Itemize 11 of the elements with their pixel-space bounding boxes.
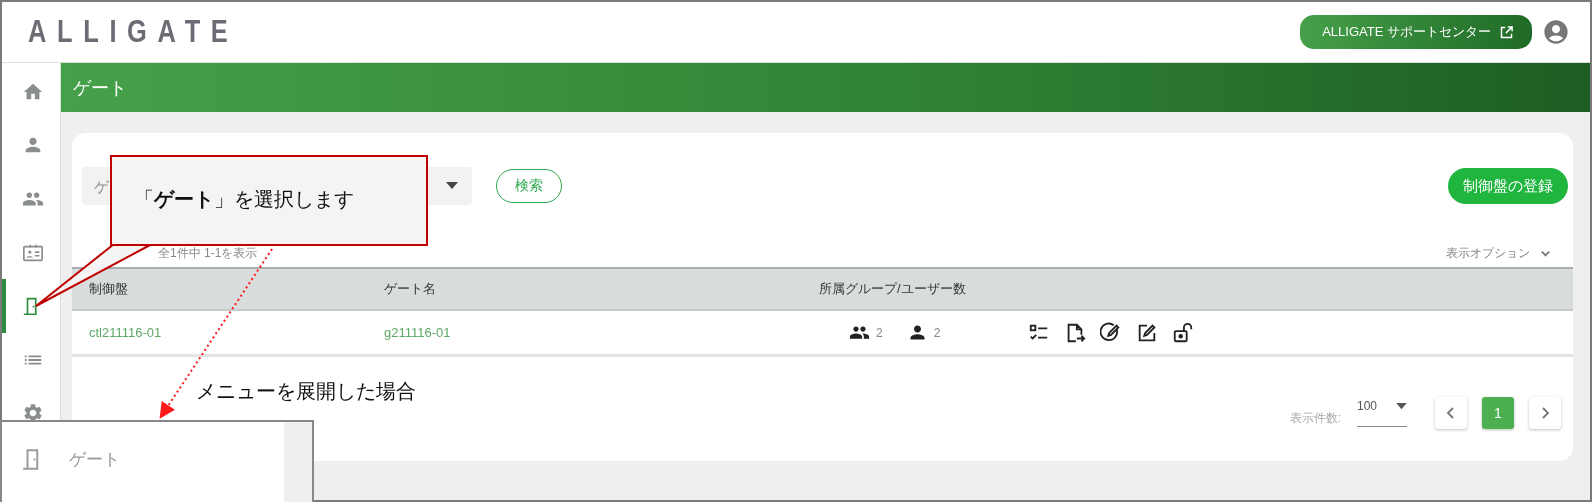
logo: ALLIGATE: [28, 14, 239, 50]
callout-text: 「ゲート」を選択します: [134, 188, 354, 210]
column-header: ゲート名: [384, 280, 437, 298]
per-page-label: 表示件数:: [1289, 409, 1341, 427]
column-header: 制御盤: [89, 280, 129, 298]
user-count: 2: [933, 325, 941, 340]
group-count: 2: [876, 325, 883, 340]
page-title: ゲート: [73, 76, 127, 100]
column-header: 所属グループ/ユーザー数: [819, 280, 967, 298]
annotation-note: メニューを展開した場合: [196, 379, 416, 404]
result-count: 全1件中 1-1を表示: [158, 244, 258, 262]
